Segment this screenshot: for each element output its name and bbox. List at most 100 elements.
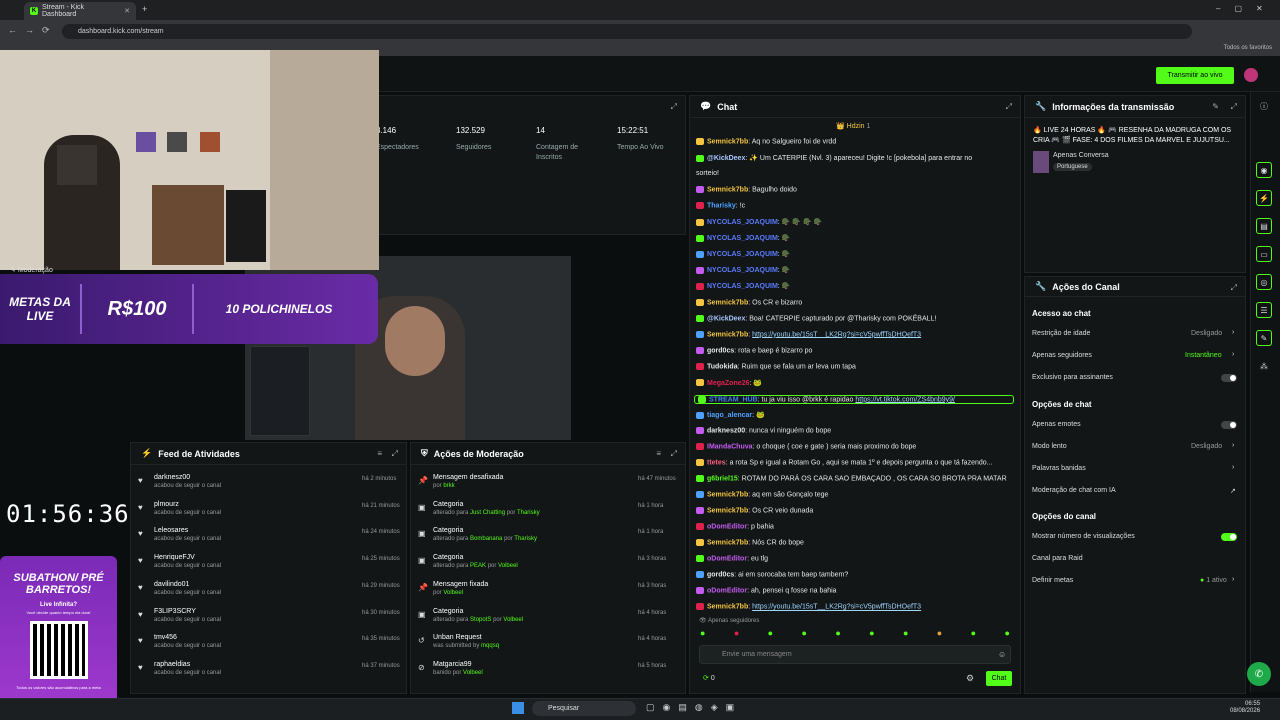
slow-mode-row[interactable]: Modo lento [1032, 443, 1067, 450]
chat-message: darknesz00: nunca vi ninguém do bope [696, 426, 831, 434]
chat-text: Bagulho doido [752, 186, 797, 194]
chat-message: @KickDeex: Boa! CATERPIE capturado por @… [696, 314, 936, 322]
goals-banner: METAS DA LIVE R$100 10 POLICHINELOS [0, 274, 378, 344]
chevron-right-icon[interactable]: › [1232, 329, 1234, 336]
close-tab-icon[interactable]: ✕ [124, 7, 130, 15]
chevron-right-icon[interactable]: › [1232, 576, 1234, 583]
chat-input[interactable]: Envie uma mensagem [699, 645, 1011, 664]
subscribers-only-toggle[interactable] [1221, 374, 1237, 382]
chat-message: Semnick7bb: aq em são Gonçalo tege [696, 491, 828, 498]
chevron-right-icon[interactable]: › [1232, 464, 1234, 471]
feed-event: acabou de seguir o canal [154, 589, 222, 596]
all-bookmarks-link[interactable]: Todos os favoritos [1224, 45, 1272, 51]
chat-badge-icon [696, 442, 704, 450]
chat-badge-icon [698, 395, 706, 403]
popout-icon[interactable]: ⤢ [1231, 283, 1237, 293]
windows-start-icon[interactable] [512, 702, 524, 714]
mod-action-item: Mensagem desafixada por brkk [433, 474, 504, 489]
wrench-icon[interactable]: ✎ [1256, 330, 1272, 346]
chat-message: @KickDeex: ✨ Um CATERPIE (Nvl. 3) aparec… [696, 154, 972, 162]
chat-link[interactable]: https://youtu.be/15sT__LK2Rg?si=cV5pwffT… [752, 604, 921, 611]
chat-badge-icon [696, 330, 704, 338]
filter-icon[interactable]: ≡ [377, 449, 382, 458]
go-live-button[interactable]: Transmitir ao vivo [1156, 67, 1234, 84]
chevron-right-icon[interactable]: › [1232, 442, 1234, 449]
chat-message: oDomEditor: ah, pensei q fosse na bahia [696, 587, 837, 595]
browser-tabbar [0, 0, 1280, 20]
chat-title: Chat [717, 101, 738, 112]
chevron-right-icon[interactable]: › [1232, 351, 1234, 358]
camera-icon[interactable]: ◉ [1256, 162, 1272, 178]
age-restriction-row[interactable]: Restrição de idade [1032, 330, 1090, 337]
emoji-icon[interactable]: ☺ [998, 650, 1006, 659]
browser-tab[interactable]: K Stream - Kick Dashboard ✕ [24, 2, 136, 20]
set-goals-row[interactable]: Definir metas [1032, 577, 1073, 584]
expand-icon[interactable]: ⤢ [392, 449, 398, 459]
chat-message: Semnick7bb: Aq no Salgueiro foi de vrdd [696, 138, 836, 145]
chat-text: rota e baep é bizarro po [738, 346, 813, 354]
popout-icon[interactable]: ⤢ [1006, 102, 1012, 112]
settings-gear-icon[interactable]: ⚙ [966, 673, 974, 684]
support-chat-icon[interactable]: ✆ [1247, 662, 1271, 686]
chat-message: NYCOLAS_JOAQUIM: 🪖 [696, 266, 790, 274]
bolt-icon[interactable]: ⚡ [1256, 190, 1272, 206]
popout-icon[interactable]: ⤢ [1231, 102, 1237, 112]
chat-username: STREAM_HUB [709, 396, 758, 404]
followers-only-row[interactable]: Apenas seguidores [1032, 352, 1092, 359]
document-icon[interactable]: ▤ [1256, 218, 1272, 234]
feed-username: Leleosares [154, 527, 189, 535]
feed-event: acabou de seguir o canal [154, 616, 222, 623]
chat-text: 🪖 [781, 251, 791, 259]
list-icon[interactable]: ☰ [1256, 302, 1272, 318]
ai-moderation-row[interactable]: Moderação de chat com IA [1032, 487, 1116, 494]
chat-message: IMandaChuva: o choque ( coe e gate ) ser… [696, 442, 916, 451]
feed-item: F3LIP3SCRY acabou de seguir o canal [154, 608, 221, 623]
heart-icon: ♥ [138, 529, 143, 539]
window-controls[interactable]: –▢✕ [1216, 4, 1277, 13]
banned-words-row[interactable]: Palavras banidas [1032, 465, 1086, 472]
chat-message: Tharisky: !c [696, 202, 745, 210]
chat-username: IMandaChuva [707, 443, 753, 451]
feed-title: Feed de Atividades [158, 448, 240, 459]
external-link-icon[interactable]: ↗ [1230, 487, 1236, 495]
chat-text: Ruim que se fala um ar leva um tapa [741, 363, 856, 371]
chat-message: tiago_alencar: 🐸 [696, 411, 765, 419]
feed-event: acabou de seguir o canal [154, 669, 222, 676]
chat-text: aq em são Gonçalo tege [752, 491, 829, 499]
avatar[interactable] [1244, 68, 1258, 82]
nav-buttons[interactable]: ←→⟳ [8, 25, 58, 36]
new-tab-icon[interactable]: + [142, 4, 147, 14]
mod-action-time: há 5 horas [638, 662, 667, 669]
emotes-only-toggle[interactable] [1221, 421, 1237, 429]
chat-link[interactable]: https://youtu.be/15sT__LK2Rg?si=cV5pwffT… [752, 331, 921, 338]
filter-icon[interactable]: ≡ [656, 449, 661, 458]
users-icon[interactable]: ⁂ [1256, 358, 1272, 374]
edit-icon[interactable]: ✎ [1212, 102, 1219, 111]
show-viewers-toggle[interactable] [1221, 533, 1237, 541]
chat-username: NYCOLAS_JOAQUIM [707, 235, 778, 243]
chat-text: 🐸 [756, 411, 765, 419]
chat-badge-icon [696, 379, 704, 387]
chat-bubble-icon: 💬 [700, 101, 712, 111]
taskbar-apps[interactable]: ▢◉▤◍◈▣ [646, 702, 742, 713]
emote-bar[interactable]: ● ● ● ● ● ● ● ● ● ● [700, 628, 1010, 638]
expand-icon[interactable]: ⤢ [671, 449, 677, 459]
expand-icon[interactable]: ⤢ [671, 102, 677, 112]
send-chat-button[interactable]: Chat [986, 671, 1012, 686]
goals-target: 10 POLICHINELOS [225, 302, 333, 316]
mod-action-title: Categoria [433, 500, 464, 508]
mod-action-title: Unban Request [433, 634, 482, 642]
moderation-label: ✎ Moderação [10, 267, 53, 274]
shield-icon: ⛨ [421, 448, 428, 458]
raid-channel-row[interactable]: Canal para Raid [1032, 555, 1083, 562]
mod-action-title: Matgarcia99 [433, 660, 472, 668]
chat-message: NYCOLAS_JOAQUIM: 🪖 [696, 250, 790, 258]
address-bar[interactable]: dashboard.kick.com/stream [62, 24, 1192, 39]
chat-icon[interactable]: ▭ [1256, 246, 1272, 262]
chat-text: ah, pensei q fosse na bahia [750, 587, 837, 595]
chat-message: Tudokida: Ruim que se fala um ar leva um… [696, 362, 856, 371]
chat-link[interactable]: https://vt.tiktok.com/ZS4bnb9y9/ [855, 396, 955, 403]
taskbar-search[interactable]: Pesquisar [532, 701, 636, 716]
broadcast-icon[interactable]: ◎ [1256, 274, 1272, 290]
info-icon[interactable]: ⓘ [1256, 98, 1272, 114]
